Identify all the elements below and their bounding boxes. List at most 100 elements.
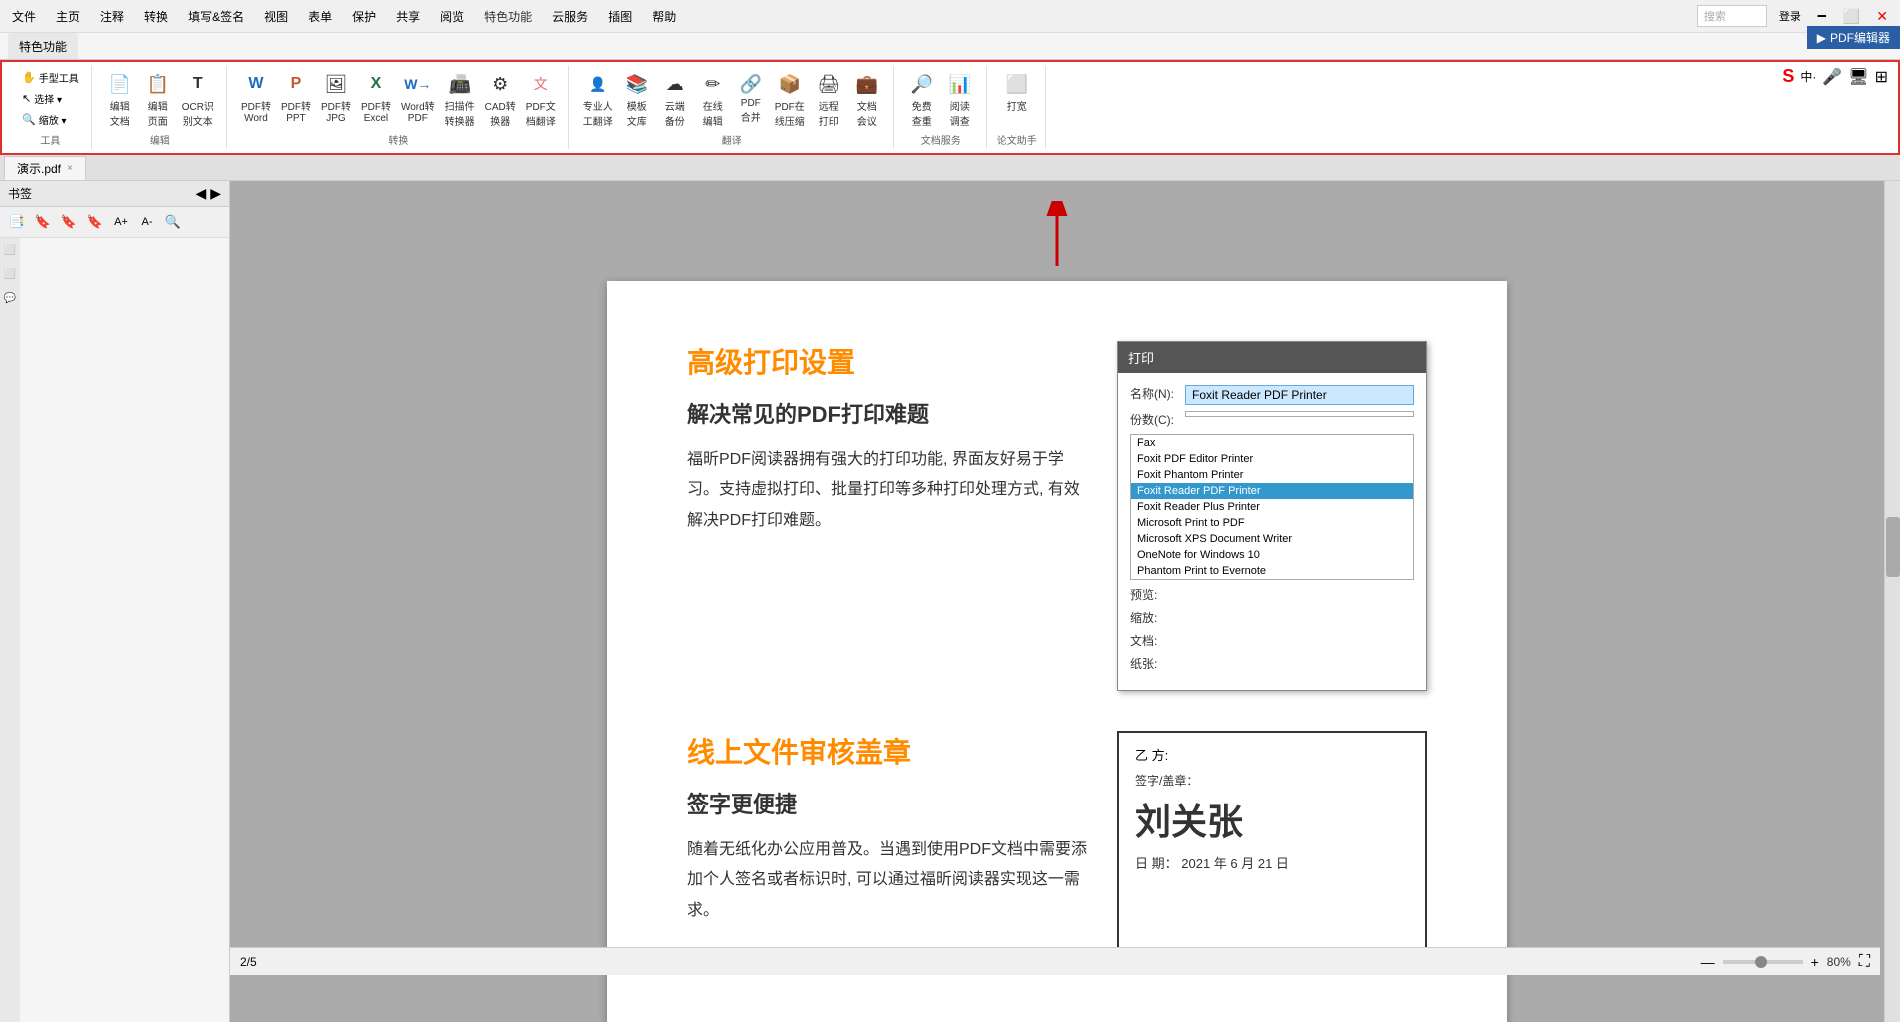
edit-page-button[interactable]: 📋 编辑页面 [140, 68, 176, 130]
docservices-buttons: 🔎 免费查重 📊 阅读调查 [904, 68, 978, 130]
scan-convert-button[interactable]: 📠 扫描件转换器 [441, 68, 479, 130]
pdf-to-jpg-button[interactable]: 🖼 PDF转JPG [317, 68, 355, 126]
menu-annotate[interactable]: 注释 [96, 6, 128, 27]
section2-container: 线上文件审核盖章 签字更便捷 随着无纸化办公应用普及。当遇到使用PDF文档中需要… [687, 731, 1427, 966]
sidebar-tool-4[interactable]: 🔖 [84, 211, 106, 233]
sidebar-tool-3[interactable]: 🔖 [58, 211, 80, 233]
remote-print-btn[interactable]: 🖨 远程打印 [811, 68, 847, 130]
section2-body: 随着无纸化办公应用普及。当遇到使用PDF文档中需要添加个人签名或者标识时, 可以… [687, 835, 1087, 926]
pdf-to-excel-button[interactable]: X PDF转Excel [357, 68, 395, 126]
online-edit-btn[interactable]: ✏ 在线编辑 [695, 68, 731, 130]
doc-tab-close[interactable]: × [67, 163, 73, 174]
screen-icon[interactable]: 🖥 [1848, 67, 1868, 87]
print-count-value[interactable] [1185, 411, 1414, 417]
zoom-value-label: 80% [1827, 955, 1851, 969]
read-survey-btn[interactable]: 📊 阅读调查 [942, 68, 978, 130]
sidebar-font-increase[interactable]: A+ [110, 211, 132, 233]
expand-icon[interactable]: ⬜ [1839, 6, 1864, 27]
sidebar-search-btn[interactable]: 🔍 [162, 211, 184, 233]
grid-icon[interactable]: ⊞ [1875, 67, 1888, 87]
printer-ms-xps[interactable]: Microsoft XPS Document Writer [1131, 531, 1413, 547]
sidebar-icon-2[interactable]: ⬜ [2, 266, 18, 282]
section1-body: 福昕PDF阅读器拥有强大的打印功能, 界面友好易于学习。支持虚拟打印、批量打印等… [687, 445, 1087, 536]
word-to-pdf-button[interactable]: W→ Word转PDF [397, 68, 439, 126]
hand-tool-button[interactable]: ✋ 手型工具 [18, 68, 83, 87]
menu-home[interactable]: 主页 [52, 6, 84, 27]
doc-meeting-btn[interactable]: 💼 文档会议 [849, 68, 885, 130]
top-right-tools: S 中· 🎤 🖥 ⊞ [1782, 66, 1888, 87]
pdf-translate-button[interactable]: 文 PDF文档翻译 [522, 68, 560, 130]
edit-doc-button[interactable]: 📄 编辑文档 [102, 68, 138, 130]
ribbon-container: 文件 主页 注释 转换 填写&签名 视图 表单 保护 共享 阅览 特色功能 云服… [0, 0, 1900, 155]
printer-onenote[interactable]: OneNote for Windows 10 [1131, 547, 1413, 563]
menu-special[interactable]: 特色功能 [480, 6, 536, 27]
cloud-backup-btn[interactable]: ☁ 云端备份 [657, 68, 693, 130]
menu-share[interactable]: 共享 [392, 6, 424, 27]
sig-date: 日 期： 2021 年 6 月 21 日 [1135, 853, 1409, 872]
menu-convert[interactable]: 转换 [140, 6, 172, 27]
sidebar-prev-btn[interactable]: ◀ [195, 185, 206, 202]
close-icon[interactable]: ✕ [1872, 6, 1892, 27]
sidebar-tool-2[interactable]: 🔖 [32, 211, 54, 233]
cad-convert-button[interactable]: ⚙ CAD转换器 [481, 68, 520, 130]
pdf-to-word-button[interactable]: W PDF转Word [237, 68, 275, 126]
print-wide-btn[interactable]: ⬜ 打宽 [999, 68, 1035, 115]
ocr-button[interactable]: T OCR识别文本 [178, 68, 218, 130]
template-btn[interactable]: 📚 模板文库 [619, 68, 655, 130]
select-tool-button[interactable]: ↖ 选择 ▾ [18, 89, 83, 108]
search-bar[interactable]: 搜索 [1697, 5, 1767, 27]
sidebar-font-decrease[interactable]: A- [136, 211, 158, 233]
menu-form[interactable]: 表单 [304, 6, 336, 27]
print-wide-icon: ⬜ [1003, 70, 1031, 98]
zoom-slider[interactable] [1723, 960, 1803, 964]
arrow-container [607, 201, 1507, 281]
sidebar-tool-1[interactable]: 📑 [6, 211, 28, 233]
printer-ms-pdf[interactable]: Microsoft Print to PDF [1131, 515, 1413, 531]
pdf-to-ppt-button[interactable]: P PDF转PPT [277, 68, 315, 126]
menu-file[interactable]: 文件 [8, 6, 40, 27]
menu-view[interactable]: 视图 [260, 6, 292, 27]
menu-browse[interactable]: 阅览 [436, 6, 468, 27]
pdf-merge-btn[interactable]: 🔗 PDF合并 [733, 68, 769, 126]
printer-fax[interactable]: Fax [1131, 435, 1413, 451]
doc-tab[interactable]: 演示.pdf × [4, 156, 86, 180]
printer-phantom-evernote[interactable]: Phantom Print to Evernote [1131, 563, 1413, 579]
printer-foxit-editor[interactable]: Foxit PDF Editor Printer [1131, 451, 1413, 467]
printer-foxit-phantom[interactable]: Foxit Phantom Printer [1131, 467, 1413, 483]
login-button[interactable]: 登录 [1775, 6, 1805, 26]
edit-page-label: 编辑页面 [148, 98, 168, 128]
word-to-pdf-icon: W→ [404, 70, 432, 98]
print-name-value[interactable]: Foxit Reader PDF Printer [1185, 385, 1414, 405]
sidebar-next-btn[interactable]: ▶ [210, 185, 221, 202]
scroll-area[interactable] [1884, 181, 1900, 1022]
printer-foxit-reader[interactable]: Foxit Reader PDF Printer [1131, 483, 1413, 499]
section1-text: 高级打印设置 解决常见的PDF打印难题 福昕PDF阅读器拥有强大的打印功能, 界… [687, 341, 1087, 691]
online-group-label: 翻译 [722, 132, 742, 147]
content-area[interactable]: 高级打印设置 解决常见的PDF打印难题 福昕PDF阅读器拥有强大的打印功能, 界… [230, 181, 1884, 1022]
zoom-minus-btn[interactable]: — [1697, 954, 1719, 970]
pro-translate-button[interactable]: 👤 专业人工翻译 [579, 68, 617, 130]
edit-doc-label: 编辑文档 [110, 98, 130, 128]
hand-icon: ✋ [22, 71, 36, 84]
sidebar-icon-1[interactable]: ⬜ [2, 242, 18, 258]
zoom-tool-button[interactable]: 🔍 缩放 ▾ [18, 110, 83, 129]
online-compress-btn[interactable]: 📦 PDF在线压缩 [771, 68, 809, 130]
menu-cloud[interactable]: 云服务 [548, 6, 592, 27]
menu-insert[interactable]: 插图 [604, 6, 636, 27]
sidebar-icon-3[interactable]: 💬 [2, 290, 18, 306]
doc-tab-name: 演示.pdf [17, 160, 61, 177]
menu-sign[interactable]: 填写&签名 [184, 6, 248, 27]
scroll-thumb[interactable] [1886, 517, 1900, 577]
print-scale-row: 缩放: [1130, 609, 1414, 626]
zoom-plus-btn[interactable]: + [1807, 954, 1823, 970]
ribbon-group-print: ⬜ 打宽 论文助手 [989, 66, 1046, 149]
tab-special-functions[interactable]: 特色功能 [8, 33, 78, 59]
tools-buttons: ✋ 手型工具 ↖ 选择 ▾ 🔍 缩放 ▾ [18, 68, 83, 129]
check-duplicate-btn[interactable]: 🔎 免费查重 [904, 68, 940, 130]
menu-protect[interactable]: 保护 [348, 6, 380, 27]
mic-icon[interactable]: 🎤 [1822, 67, 1842, 87]
fullscreen-btn[interactable]: ⛶ [1859, 953, 1870, 971]
menu-help[interactable]: 帮助 [648, 6, 680, 27]
printer-foxit-plus[interactable]: Foxit Reader Plus Printer [1131, 499, 1413, 515]
print-group-label: 论文助手 [997, 132, 1037, 147]
